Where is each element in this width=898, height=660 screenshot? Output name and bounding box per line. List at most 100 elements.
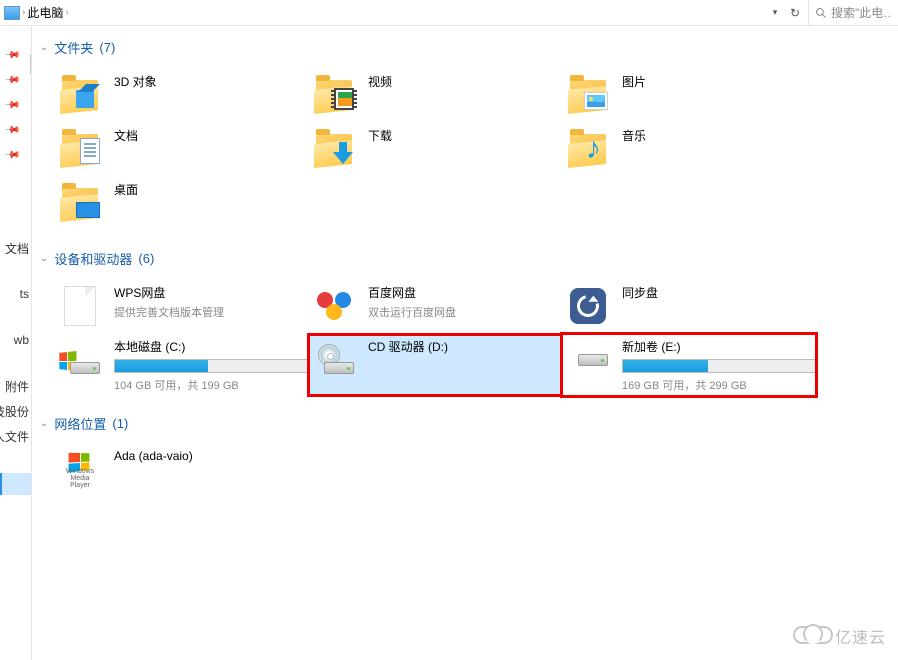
network-grid: WindowsMedia PlayerAda (ada-vaio) xyxy=(54,445,890,499)
drive-baidu[interactable]: 百度网盘双击运行百度网盘 xyxy=(308,280,562,334)
item-label: 同步盘 xyxy=(622,284,812,301)
folder-videos[interactable]: 视频 xyxy=(308,69,562,123)
search-placeholder: 搜索"此电… xyxy=(831,4,892,21)
item-label: 桌面 xyxy=(114,181,304,198)
section-count: (6) xyxy=(138,251,154,266)
drives-grid: WPS网盘提供完善文档版本管理 百度网盘双击运行百度网盘 同步盘 本地磁盘 (C… xyxy=(54,280,890,396)
wps-icon xyxy=(64,286,96,326)
chevron-right-icon: › xyxy=(65,7,68,18)
sidebar-item[interactable]: 📌 xyxy=(0,94,31,116)
folder-icon xyxy=(60,132,100,166)
address-buttons: ▾ ↻ xyxy=(766,2,808,24)
sidebar-item[interactable]: 科技股份 xyxy=(0,400,31,422)
watermark-text: 亿速云 xyxy=(835,624,886,648)
item-label: 百度网盘 xyxy=(368,284,558,301)
download-icon xyxy=(332,142,354,164)
folder-icon xyxy=(60,186,100,220)
item-label: 3D 对象 xyxy=(114,73,304,90)
refresh-icon: ↻ xyxy=(790,6,800,20)
folder-music[interactable]: 音乐 xyxy=(562,123,816,177)
pin-icon: 📌 xyxy=(4,97,21,114)
section-header-drives[interactable]: ⌄ 设备和驱动器 (6) xyxy=(40,249,890,268)
storage-bar xyxy=(114,359,309,373)
sidebar-item[interactable]: 文档 xyxy=(5,237,31,259)
music-icon xyxy=(586,138,608,164)
wmp-icon: WindowsMedia Player xyxy=(62,453,98,489)
drive-sync[interactable]: 同步盘 xyxy=(562,280,816,334)
pin-icon: 📌 xyxy=(4,72,21,89)
search-icon xyxy=(815,7,827,19)
dropdown-button[interactable]: ▾ xyxy=(766,2,784,24)
sidebar-item[interactable]: 📌 xyxy=(0,119,31,141)
item-label: 下载 xyxy=(368,127,558,144)
folder-icon xyxy=(314,78,354,112)
picture-icon xyxy=(584,92,608,110)
sidebar-item-selected[interactable] xyxy=(0,473,31,495)
folder-icon xyxy=(568,78,608,112)
pin-icon: 📌 xyxy=(4,122,21,139)
item-label: WPS网盘 xyxy=(114,284,304,301)
item-sub: 104 GB 可用，共 199 GB xyxy=(114,377,309,393)
document-icon xyxy=(80,138,100,164)
breadcrumb-location[interactable]: 此电脑 xyxy=(27,4,63,21)
search-input[interactable]: 搜索"此电… xyxy=(808,0,898,26)
desktop-icon xyxy=(76,202,100,218)
folder-downloads[interactable]: 下载 xyxy=(308,123,562,177)
baidu-icon xyxy=(317,292,351,320)
section-header-network[interactable]: ⌄ 网络位置 (1) xyxy=(40,414,890,433)
folder-pictures[interactable]: 图片 xyxy=(562,69,816,123)
sidebar-item[interactable]: 📌 xyxy=(0,69,31,91)
pin-icon: 📌 xyxy=(4,147,21,164)
hdd-icon xyxy=(60,344,100,376)
section-count: (1) xyxy=(112,416,128,431)
item-sub: 169 GB 可用，共 299 GB xyxy=(622,377,817,393)
section-title: 设备和驱动器 xyxy=(54,249,132,268)
item-label: 本地磁盘 (C:) xyxy=(114,338,309,355)
chevron-right-icon: › xyxy=(22,7,25,18)
folder-3d-objects[interactable]: 3D 对象 xyxy=(54,69,308,123)
item-label: 图片 xyxy=(622,73,812,90)
folder-desktop[interactable]: 桌面 xyxy=(54,177,308,231)
item-sub: 双击运行百度网盘 xyxy=(368,304,558,320)
item-label: 音乐 xyxy=(622,127,812,144)
section-title: 文件夹 xyxy=(54,38,93,57)
main-content: ⌄ 文件夹 (7) 3D 对象 视频 图片 文档 下载 音乐 桌面 ⌄ 设备和驱… xyxy=(32,26,898,660)
storage-bar xyxy=(622,359,817,373)
folder-documents[interactable]: 文档 xyxy=(54,123,308,177)
drive-c[interactable]: 本地磁盘 (C:) 104 GB 可用，共 199 GB xyxy=(54,334,308,396)
sync-icon xyxy=(570,288,606,324)
refresh-button[interactable]: ↻ xyxy=(786,2,804,24)
address-bar: › 此电脑 › ▾ ↻ 搜索"此电… xyxy=(0,0,898,26)
item-label: CD 驱动器 (D:) xyxy=(368,338,558,355)
section-title: 网络位置 xyxy=(54,414,106,433)
chevron-down-icon: ⌄ xyxy=(40,253,48,264)
sidebar-item[interactable]: 📌 xyxy=(0,44,31,66)
item-sub: 提供完善文档版本管理 xyxy=(114,304,304,320)
pin-icon: 📌 xyxy=(4,47,21,64)
item-label: 新加卷 (E:) xyxy=(622,338,817,355)
separator xyxy=(30,54,31,74)
network-location[interactable]: WindowsMedia PlayerAda (ada-vaio) xyxy=(54,445,308,499)
chevron-down-icon: ⌄ xyxy=(40,418,48,429)
item-label: 文档 xyxy=(114,127,304,144)
sidebar-item[interactable]: 人文件 xyxy=(0,425,31,447)
breadcrumb[interactable]: › 此电脑 › xyxy=(0,4,766,21)
folder-icon xyxy=(314,132,354,166)
drive-e[interactable]: 新加卷 (E:) 169 GB 可用，共 299 GB xyxy=(562,334,816,396)
drive-wps[interactable]: WPS网盘提供完善文档版本管理 xyxy=(54,280,308,334)
drive-d-cd[interactable]: CD 驱动器 (D:) xyxy=(308,334,562,396)
sidebar-item[interactable]: 附件 xyxy=(5,375,31,397)
chevron-down-icon: ▾ xyxy=(773,7,778,18)
sidebar-item[interactable]: wb xyxy=(14,329,31,351)
sidebar-item[interactable]: ts xyxy=(20,283,31,305)
section-header-folders[interactable]: ⌄ 文件夹 (7) xyxy=(40,38,890,57)
folder-icon xyxy=(568,132,608,166)
sidebar: 📌 📌 📌 📌 📌 文档 ts wb 附件 科技股份 人文件 xyxy=(0,26,32,660)
this-pc-icon xyxy=(4,6,20,20)
item-label: 视频 xyxy=(368,73,558,90)
sidebar-item[interactable]: 📌 xyxy=(0,144,31,166)
cd-drive-icon xyxy=(314,344,354,376)
cloud-icon xyxy=(793,624,829,648)
cube-icon xyxy=(76,86,100,110)
video-icon xyxy=(334,88,354,110)
